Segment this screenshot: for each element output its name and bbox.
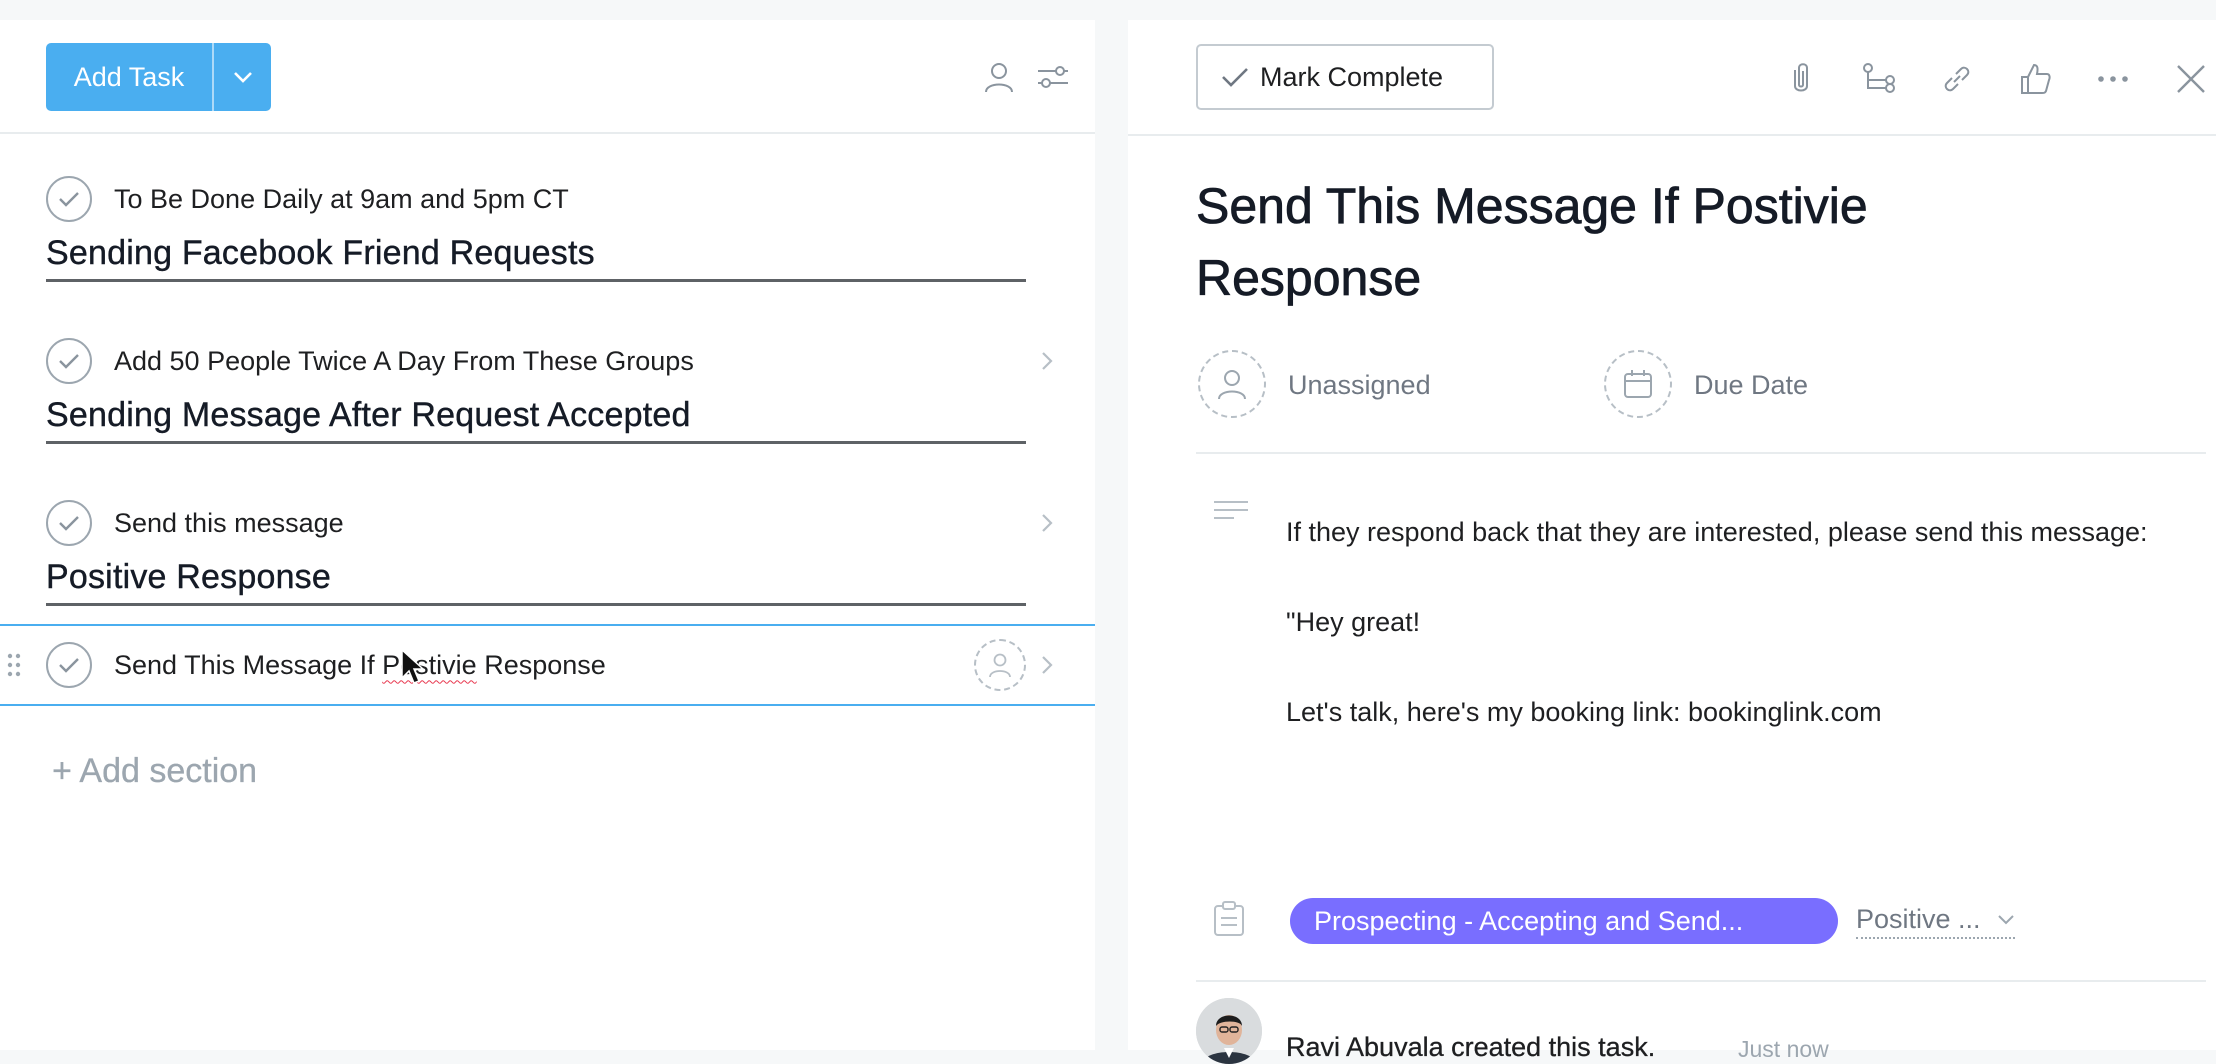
section-header[interactable]: Positive Response (46, 558, 1026, 606)
task-detail-pane: Mark Complete Send This Message If Posti… (1128, 20, 2216, 1064)
add-section-button[interactable]: + Add section (52, 752, 257, 791)
chevron-right-icon[interactable] (1036, 512, 1058, 534)
due-date-field[interactable]: Due Date (1694, 370, 1808, 401)
description-lines-icon (1214, 501, 1248, 519)
task-list-pane: Add Task To Be Done Daily at 9am and 5pm… (0, 20, 1095, 1050)
assignee-field[interactable]: Unassigned (1288, 370, 1431, 401)
misspelled-word: Postivie (382, 649, 477, 680)
due-date-circle[interactable] (1604, 350, 1672, 418)
complete-task-check-icon[interactable] (46, 500, 92, 546)
calendar-icon (1624, 370, 1652, 398)
complete-task-check-icon[interactable] (46, 176, 92, 222)
description-paragraph: Let's talk, here's my booking link: book… (1286, 697, 1882, 727)
task-detail-toolbar: Mark Complete (1128, 20, 2216, 136)
chevron-right-icon[interactable] (1036, 654, 1058, 676)
description-paragraph: "Hey great! (1286, 607, 1421, 637)
assignee-avatar-placeholder[interactable] (1198, 350, 1266, 418)
person-icon (1218, 370, 1246, 400)
assignee-filter-icon[interactable] (982, 60, 1016, 94)
task-name[interactable]: Send This Message If Postivie Response (114, 650, 606, 681)
divider (1196, 980, 2206, 982)
task-row[interactable]: Add 50 People Twice A Day From These Gro… (0, 322, 1095, 400)
task-list-toolbar: Add Task (0, 20, 1095, 134)
divider (1196, 452, 2206, 454)
project-tag[interactable]: Prospecting - Accepting and Send... (1290, 898, 1838, 944)
description-paragraph: If they respond back that they are inter… (1286, 517, 2148, 547)
mark-complete-button[interactable]: Mark Complete (1196, 44, 1494, 110)
task-name-part: Response (476, 649, 606, 680)
add-task-dropdown-button[interactable] (214, 43, 271, 111)
complete-task-check-icon[interactable] (46, 338, 92, 384)
chevron-right-icon[interactable] (1036, 350, 1058, 372)
user-avatar[interactable] (1196, 998, 1262, 1064)
add-task-button-group: Add Task (46, 43, 271, 111)
complete-task-check-icon[interactable] (46, 642, 92, 688)
task-title[interactable]: Send This Message If Postivie Response (1196, 170, 2096, 314)
description-editor[interactable]: If they respond back that they are inter… (1286, 510, 2186, 735)
task-row-selected[interactable]: Send This Message If Postivie Response (0, 624, 1095, 706)
task-name[interactable]: Send this message (114, 508, 344, 539)
filter-sliders-icon[interactable] (1036, 60, 1070, 94)
mark-complete-label: Mark Complete (1260, 61, 1444, 92)
section-header[interactable]: Sending Facebook Friend Requests (46, 234, 1026, 282)
more-actions-icon[interactable] (2094, 60, 2132, 98)
checkmark-icon (1222, 68, 1248, 87)
mouse-cursor-icon (401, 648, 425, 684)
chevron-down-icon (233, 72, 252, 83)
like-thumbs-up-icon[interactable] (2016, 60, 2054, 98)
section-header[interactable]: Sending Message After Request Accepted (46, 396, 1026, 444)
activity-story: Ravi Abuvala created this task. (1286, 1032, 1656, 1062)
chevron-down-icon (1997, 914, 2014, 924)
drag-handle-icon[interactable] (6, 652, 22, 678)
task-row[interactable]: To Be Done Daily at 9am and 5pm CT (0, 160, 1095, 238)
add-task-button[interactable]: Add Task (46, 43, 214, 111)
project-section-dropdown[interactable]: Positive ... (1856, 904, 2015, 939)
project-section-value: Positive ... (1856, 904, 1981, 934)
close-icon[interactable] (2172, 60, 2210, 98)
task-name[interactable]: To Be Done Daily at 9am and 5pm CT (114, 184, 569, 215)
subtasks-icon[interactable] (1860, 60, 1898, 98)
task-name[interactable]: Add 50 People Twice A Day From These Gro… (114, 346, 694, 377)
attachment-icon[interactable] (1782, 60, 1820, 98)
task-name-part: Send This Message If (114, 649, 383, 680)
task-row[interactable]: Send this message (0, 484, 1095, 562)
projects-clipboard-icon (1214, 901, 1244, 936)
link-icon[interactable] (1938, 60, 1976, 98)
assignee-placeholder-icon[interactable] (974, 639, 1026, 691)
